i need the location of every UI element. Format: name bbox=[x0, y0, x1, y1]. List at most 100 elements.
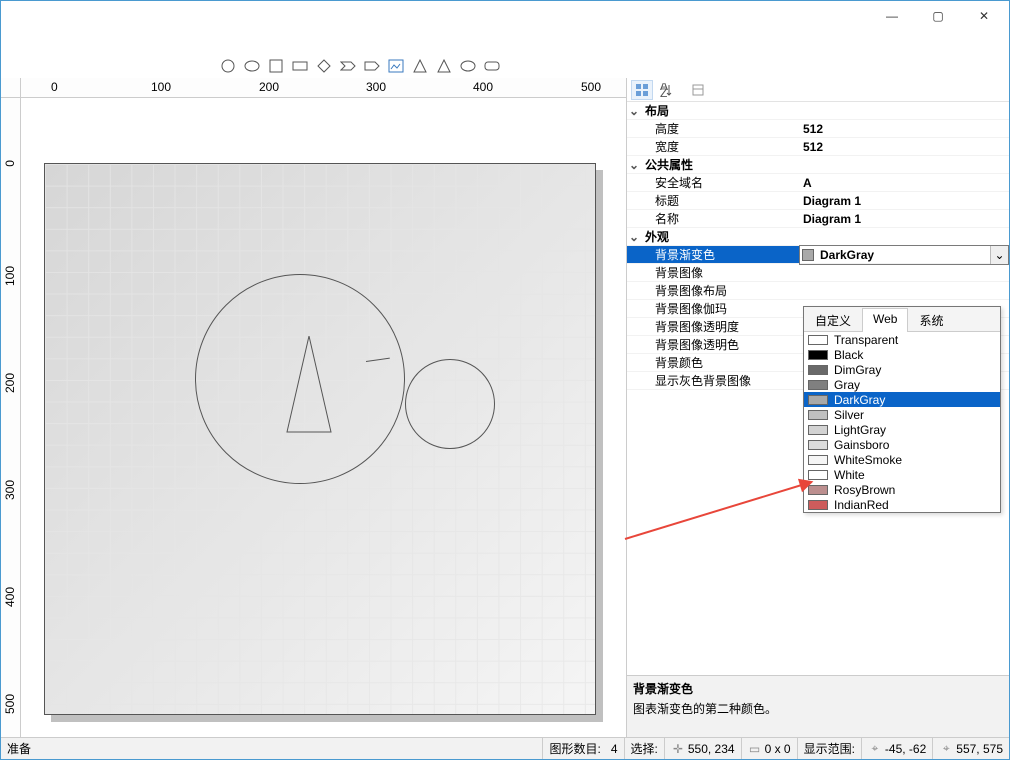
status-ready: 准备 bbox=[1, 738, 542, 759]
tool-square[interactable] bbox=[267, 57, 285, 75]
prop-bg-image-layout[interactable]: 背景图像布局 bbox=[627, 282, 1009, 300]
color-swatch bbox=[808, 395, 828, 405]
color-option-lightgray[interactable]: LightGray bbox=[804, 422, 1000, 437]
status-value: 557, 575 bbox=[956, 742, 1003, 756]
category-appearance[interactable]: ⌄外观 bbox=[627, 228, 1009, 246]
color-swatch bbox=[808, 410, 828, 420]
prop-label: 背景图像透明度 bbox=[627, 318, 799, 335]
tool-triangle[interactable] bbox=[411, 57, 429, 75]
ruler-tick: 100 bbox=[3, 266, 17, 286]
expander-icon[interactable]: ⌄ bbox=[627, 230, 641, 244]
shape-circle-small[interactable] bbox=[405, 359, 495, 449]
color-option-indianred[interactable]: IndianRed bbox=[804, 497, 1000, 512]
color-option-transparent[interactable]: Transparent bbox=[804, 332, 1000, 347]
prop-value[interactable]: A bbox=[799, 176, 1009, 190]
category-label: 外观 bbox=[641, 228, 813, 245]
color-swatch bbox=[808, 335, 828, 345]
color-option-gainsboro[interactable]: Gainsboro bbox=[804, 437, 1000, 452]
color-option-silver[interactable]: Silver bbox=[804, 407, 1000, 422]
alpha-sort-button[interactable]: AZ bbox=[655, 80, 677, 100]
prop-bg-gradient[interactable]: 背景渐变色 DarkGray ⌄ bbox=[627, 246, 1009, 264]
minimize-icon: — bbox=[886, 9, 898, 23]
tab-system[interactable]: 系统 bbox=[908, 308, 954, 332]
expander-icon[interactable]: ⌄ bbox=[627, 104, 641, 118]
prop-security-domain[interactable]: 安全域名A bbox=[627, 174, 1009, 192]
color-value-field[interactable]: DarkGray ⌄ bbox=[799, 245, 1009, 265]
color-swatch bbox=[808, 440, 828, 450]
shape-triangle[interactable] bbox=[285, 336, 333, 434]
color-option-whitesmoke[interactable]: WhiteSmoke bbox=[804, 452, 1000, 467]
color-name: DarkGray bbox=[834, 393, 885, 407]
color-option-rosybrown[interactable]: RosyBrown bbox=[804, 482, 1000, 497]
ruler-tick: 300 bbox=[3, 480, 17, 500]
tool-diamond[interactable] bbox=[315, 57, 333, 75]
status-range-from: ⌖-45, -62 bbox=[861, 738, 932, 759]
property-pages-button[interactable] bbox=[687, 80, 709, 100]
tool-image[interactable] bbox=[387, 57, 405, 75]
tool-triangle2[interactable] bbox=[435, 57, 453, 75]
color-name: Transparent bbox=[834, 333, 898, 347]
property-grid[interactable]: ⌄布局 高度512 宽度512 ⌄公共属性 安全域名A 标题Diagram 1 … bbox=[627, 102, 1009, 675]
tool-ellipse[interactable] bbox=[243, 57, 261, 75]
color-picker-tabs: 自定义 Web 系统 bbox=[804, 307, 1000, 332]
tool-roundrect[interactable] bbox=[483, 57, 501, 75]
canvas-viewport[interactable] bbox=[21, 98, 626, 737]
category-layout[interactable]: ⌄布局 bbox=[627, 102, 1009, 120]
categorized-view-button[interactable] bbox=[631, 80, 653, 100]
property-help: 背景渐变色 图表渐变色的第二种颜色。 bbox=[627, 675, 1009, 737]
prop-label: 背景图像 bbox=[627, 264, 799, 281]
tool-ellipse2[interactable] bbox=[459, 57, 477, 75]
tool-circle[interactable] bbox=[219, 57, 237, 75]
statusbar: 准备 图形数目: 4 选择: ✛550, 234 ▭0 x 0 显示范围: ⌖-… bbox=[1, 737, 1009, 759]
diagram-canvas[interactable] bbox=[44, 163, 596, 715]
maximize-button[interactable]: ▢ bbox=[915, 2, 961, 30]
color-option-gray[interactable]: Gray bbox=[804, 377, 1000, 392]
status-cursor: ✛550, 234 bbox=[664, 738, 741, 759]
minimize-button[interactable]: — bbox=[869, 2, 915, 30]
color-swatch bbox=[802, 249, 814, 261]
prop-label: 标题 bbox=[627, 192, 799, 209]
prop-width[interactable]: 宽度512 bbox=[627, 138, 1009, 156]
prop-value[interactable]: 512 bbox=[799, 140, 1009, 154]
prop-height[interactable]: 高度512 bbox=[627, 120, 1009, 138]
prop-label: 安全域名 bbox=[627, 174, 799, 191]
tab-custom[interactable]: 自定义 bbox=[804, 308, 862, 332]
ruler-tick: 400 bbox=[473, 80, 493, 94]
prop-label: 宽度 bbox=[627, 138, 799, 155]
extent-icon: ⌖ bbox=[939, 742, 953, 756]
category-label: 公共属性 bbox=[641, 156, 813, 173]
category-public[interactable]: ⌄公共属性 bbox=[627, 156, 1009, 174]
prop-label: 显示灰色背景图像 bbox=[627, 372, 799, 389]
close-button[interactable]: ✕ bbox=[961, 2, 1007, 30]
prop-name[interactable]: 名称Diagram 1 bbox=[627, 210, 1009, 228]
color-option-darkgray[interactable]: DarkGray bbox=[804, 392, 1000, 407]
ruler-tick: 500 bbox=[581, 80, 601, 94]
prop-value[interactable]: Diagram 1 bbox=[799, 194, 1009, 208]
dropdown-button[interactable]: ⌄ bbox=[990, 246, 1008, 264]
color-name: IndianRed bbox=[834, 498, 889, 512]
tool-chevron[interactable] bbox=[339, 57, 357, 75]
ruler-tick: 300 bbox=[366, 80, 386, 94]
color-list[interactable]: TransparentBlackDimGrayGrayDarkGraySilve… bbox=[804, 332, 1000, 512]
prop-label: 高度 bbox=[627, 120, 799, 137]
color-option-white[interactable]: White bbox=[804, 467, 1000, 482]
expander-icon[interactable]: ⌄ bbox=[627, 158, 641, 172]
color-picker-popup: 自定义 Web 系统 TransparentBlackDimGrayGrayDa… bbox=[803, 306, 1001, 513]
prop-value[interactable]: 512 bbox=[799, 122, 1009, 136]
tool-rect[interactable] bbox=[291, 57, 309, 75]
prop-title[interactable]: 标题Diagram 1 bbox=[627, 192, 1009, 210]
help-description: 图表渐变色的第二种颜色。 bbox=[633, 700, 1003, 717]
prop-bg-image[interactable]: 背景图像 bbox=[627, 264, 1009, 282]
ruler-tick: 200 bbox=[3, 373, 17, 393]
titlebar: — ▢ ✕ bbox=[1, 1, 1009, 31]
prop-value[interactable]: Diagram 1 bbox=[799, 212, 1009, 226]
content-area: 0 100 200 300 400 500 0 100 200 300 400 … bbox=[1, 78, 1009, 737]
status-value: 550, 234 bbox=[688, 742, 735, 756]
color-swatch bbox=[808, 365, 828, 375]
tab-web[interactable]: Web bbox=[862, 308, 908, 332]
color-option-black[interactable]: Black bbox=[804, 347, 1000, 362]
tool-pentagon[interactable] bbox=[363, 57, 381, 75]
ruler-vertical: 0 100 200 300 400 500 bbox=[1, 98, 21, 737]
color-option-dimgray[interactable]: DimGray bbox=[804, 362, 1000, 377]
color-name: DarkGray bbox=[820, 248, 874, 262]
